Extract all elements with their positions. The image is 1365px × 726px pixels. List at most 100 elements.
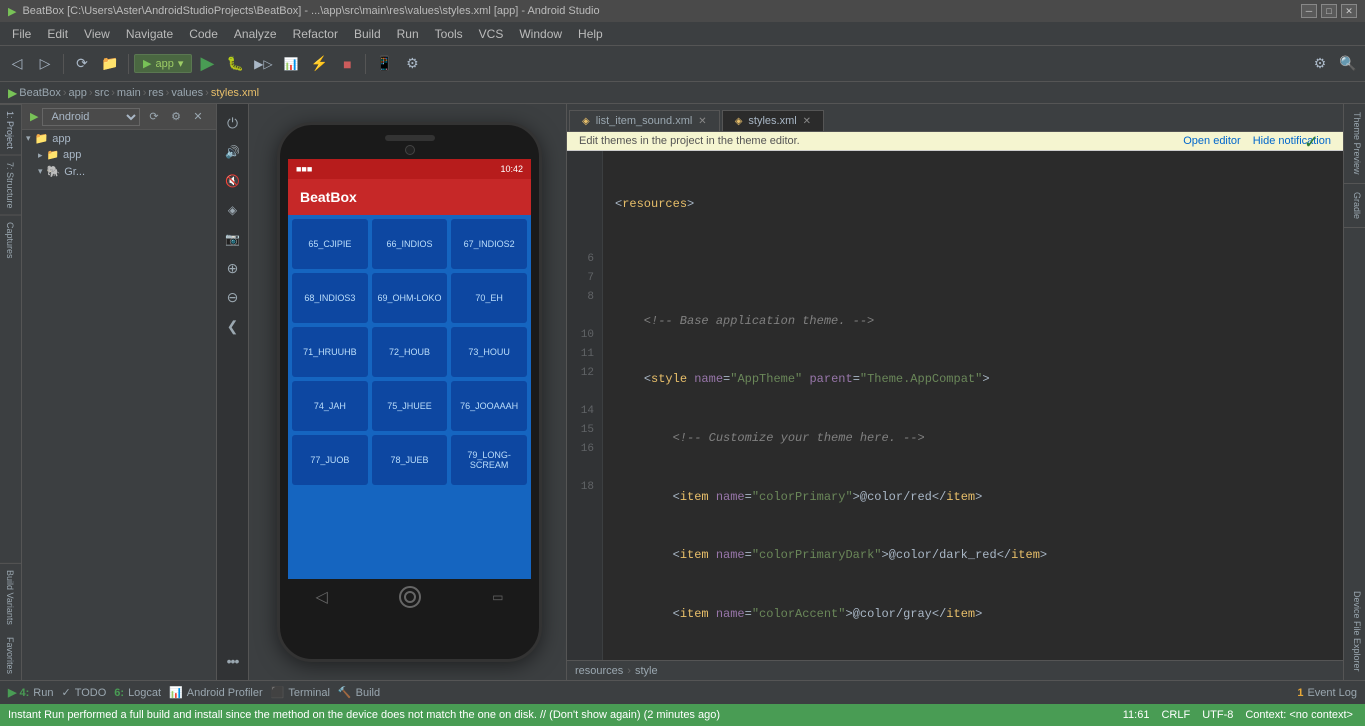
tab-project[interactable]: 1: Project [0, 104, 21, 155]
run-button[interactable]: ▶ [194, 51, 220, 77]
close-button[interactable]: ✕ [1341, 4, 1357, 18]
zoom-out-button[interactable]: ⊖ [220, 284, 246, 310]
panel-sync-btn[interactable]: ⟳ [144, 107, 164, 127]
code-editor[interactable]: 6 7 8 10 11 12 14 15 16 18 <resources> [567, 151, 1343, 660]
phone-recents-btn[interactable]: ▭ [492, 590, 503, 604]
gradle-right-tab[interactable]: Gradle [1344, 184, 1365, 228]
phone-btn-1[interactable]: 66_INDIOS [372, 219, 448, 269]
zoom-in-button[interactable]: ⊕ [220, 255, 246, 281]
menu-help[interactable]: Help [570, 25, 611, 43]
phone-btn-14[interactable]: 79_LONG-SCREAM [451, 435, 527, 485]
project-view-dropdown[interactable]: Android Project [42, 108, 140, 126]
menu-run[interactable]: Run [389, 25, 427, 43]
search-everywhere-btn[interactable]: 🔍 [1335, 51, 1361, 77]
more-options-button[interactable]: ••• [220, 648, 246, 674]
todo-tool-btn[interactable]: ✓ TODO [61, 686, 106, 699]
run-config-dropdown[interactable]: ▶ app ▾ [134, 54, 192, 73]
bc-main[interactable]: main [117, 87, 141, 99]
hide-notification-link[interactable]: Hide notification [1253, 135, 1331, 147]
tab-captures[interactable]: Captures [0, 215, 21, 265]
tab-list-item-sound[interactable]: ◈ list_item_sound.xml ✕ [569, 110, 720, 131]
terminal-tool-btn[interactable]: ⬛ Terminal [271, 686, 330, 699]
footer-resources[interactable]: resources [575, 665, 623, 677]
phone-back-btn[interactable]: ◁ [316, 587, 328, 607]
open-sdk-button[interactable]: 📁 [97, 51, 123, 77]
code-content[interactable]: <resources> <!-- Base application theme.… [603, 151, 1343, 660]
tree-item-gradle[interactable]: ▾ 🐘 Gr... [22, 163, 216, 180]
theme-preview-tab[interactable]: Theme Preview [1344, 104, 1365, 184]
screenshot-button[interactable]: 📷 [220, 226, 246, 252]
bc-app[interactable]: app [69, 87, 87, 99]
phone-btn-4[interactable]: 69_OHM-LOKO [372, 273, 448, 323]
bc-values[interactable]: values [171, 87, 203, 99]
open-editor-link[interactable]: Open editor [1183, 135, 1240, 147]
phone-home-btn[interactable] [399, 586, 421, 608]
panel-close-btn[interactable]: ✕ [188, 107, 208, 127]
phone-btn-9[interactable]: 74_JAH [292, 381, 368, 431]
menu-vcs[interactable]: VCS [471, 25, 512, 43]
phone-btn-8[interactable]: 73_HOUU [451, 327, 527, 377]
build-tool-btn[interactable]: 🔨 Build [338, 686, 380, 699]
phone-btn-12[interactable]: 77_JUOB [292, 435, 368, 485]
status-encoding[interactable]: UTF-8 [1202, 709, 1233, 721]
phone-btn-6[interactable]: 71_HRUUHB [292, 327, 368, 377]
avd-manager-btn[interactable]: 📱 [371, 51, 397, 77]
tab-structure[interactable]: 7: Structure [0, 155, 21, 215]
debug-button[interactable]: 🐛 [222, 51, 248, 77]
logcat-tool-btn[interactable]: 6: Logcat [114, 687, 161, 699]
event-log-btn[interactable]: 1 Event Log [1297, 687, 1357, 699]
bc-res[interactable]: res [148, 87, 163, 99]
apply-changes-button[interactable]: ⚡ [306, 51, 332, 77]
bc-src[interactable]: src [95, 87, 110, 99]
sync-button[interactable]: ⟳ [69, 51, 95, 77]
volume-down-button[interactable]: 🔇 [220, 168, 246, 194]
sdk-manager-btn[interactable]: ⚙ [399, 51, 425, 77]
device-file-explorer-tab[interactable]: Device File Explorer [1344, 583, 1365, 680]
settings-btn[interactable]: ⚙ [1307, 51, 1333, 77]
minimize-button[interactable]: ─ [1301, 4, 1317, 18]
tab-styles[interactable]: ◈ styles.xml ✕ [722, 110, 824, 131]
menu-analyze[interactable]: Analyze [226, 25, 285, 43]
menu-edit[interactable]: Edit [39, 25, 76, 43]
phone-btn-13[interactable]: 78_JUEB [372, 435, 448, 485]
forward-button[interactable]: ▷ [32, 51, 58, 77]
status-line-sep[interactable]: CRLF [1161, 709, 1190, 721]
rotate-button[interactable]: ◈ [220, 197, 246, 223]
tree-item-app-root[interactable]: ▾ 📁 app [22, 130, 216, 147]
menu-build[interactable]: Build [346, 25, 389, 43]
phone-btn-10[interactable]: 75_JHUEE [372, 381, 448, 431]
volume-up-button[interactable]: 🔊 [220, 139, 246, 165]
bc-beatbox[interactable]: BeatBox [19, 87, 61, 99]
power-button[interactable]: ⏻ [220, 110, 246, 136]
run-tool-btn[interactable]: ▶ 4: Run [8, 686, 53, 699]
menu-file[interactable]: File [4, 25, 39, 43]
menu-refactor[interactable]: Refactor [285, 25, 346, 43]
tree-item-app-sub[interactable]: ▸ 📁 app [22, 147, 216, 163]
phone-btn-7[interactable]: 72_HOUB [372, 327, 448, 377]
coverage-button[interactable]: ▶▷ [250, 51, 276, 77]
phone-btn-5[interactable]: 70_EH [451, 273, 527, 323]
phone-btn-0[interactable]: 65_CJIPIE [292, 219, 368, 269]
phone-btn-3[interactable]: 68_INDIOS3 [292, 273, 368, 323]
footer-style[interactable]: style [635, 665, 658, 677]
menu-window[interactable]: Window [511, 25, 570, 43]
bc-file[interactable]: styles.xml [211, 87, 259, 99]
tab-build-variants[interactable]: Build Variants [0, 563, 21, 631]
profiler-tool-btn[interactable]: 📊 Android Profiler [169, 686, 263, 699]
menu-navigate[interactable]: Navigate [118, 25, 181, 43]
tab-favorites[interactable]: Favorites [0, 631, 21, 680]
maximize-button[interactable]: □ [1321, 4, 1337, 18]
close-tab-1[interactable]: ✕ [698, 116, 706, 127]
status-line-col[interactable]: 11:61 [1123, 709, 1150, 721]
menu-code[interactable]: Code [181, 25, 226, 43]
menu-view[interactable]: View [76, 25, 118, 43]
back-button[interactable]: ◁ [4, 51, 30, 77]
phone-btn-2[interactable]: 67_INDIOS2 [451, 219, 527, 269]
back-nav-button[interactable]: ❮ [220, 313, 246, 339]
panel-settings-btn[interactable]: ⚙ [166, 107, 186, 127]
close-tab-2[interactable]: ✕ [803, 116, 811, 127]
stop-button[interactable]: ■ [334, 51, 360, 77]
profile-button[interactable]: 📊 [278, 51, 304, 77]
menu-tools[interactable]: Tools [427, 25, 471, 43]
phone-btn-11[interactable]: 76_JOOAAAH [451, 381, 527, 431]
